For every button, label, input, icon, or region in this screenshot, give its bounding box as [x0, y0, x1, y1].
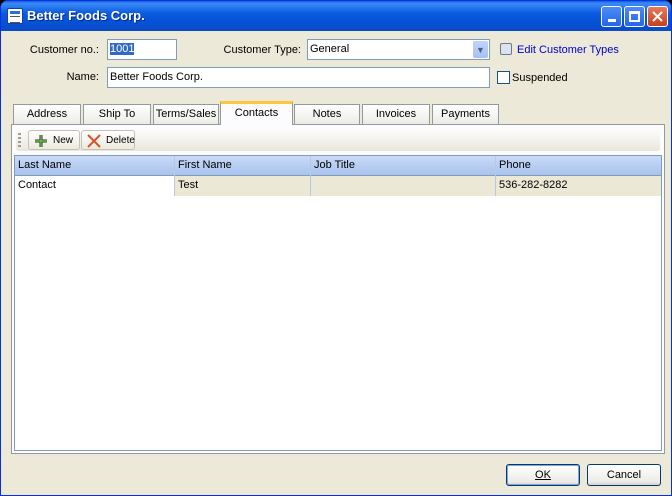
cell-phone[interactable]: 536-282-8282 [496, 176, 661, 196]
customer-no-field[interactable]: 1001 [107, 39, 177, 60]
tab-address[interactable]: Address [13, 104, 81, 124]
tab-payments[interactable]: Payments [432, 104, 499, 124]
app-icon [7, 8, 23, 24]
suspended-label: Suspended [512, 72, 568, 84]
column-header-phone[interactable]: Phone [496, 156, 661, 176]
delete-icon [87, 134, 101, 148]
tab-ship-to[interactable]: Ship To [83, 104, 151, 124]
ok-button-label: OK [535, 469, 551, 481]
add-icon [35, 135, 47, 147]
column-header-last-name[interactable]: Last Name [15, 156, 175, 176]
name-value: Better Foods Corp. [110, 71, 203, 83]
name-label: Name: [66, 71, 99, 83]
customer-no-label: Customer no.: [29, 44, 99, 56]
customer-no-value: 1001 [110, 43, 135, 55]
maximize-button[interactable] [624, 6, 645, 27]
maximize-icon [629, 11, 640, 22]
table-row[interactable]: Contact Test 536-282-8282 [15, 176, 661, 196]
column-header-job-title[interactable]: Job Title [311, 156, 496, 176]
column-header-first-name[interactable]: First Name [175, 156, 311, 176]
toolbar-grip[interactable] [18, 133, 21, 147]
contacts-grid[interactable]: Last Name First Name Job Title Phone Con… [14, 155, 662, 451]
name-field[interactable]: Better Foods Corp. [107, 67, 490, 88]
tab-invoices[interactable]: Invoices [362, 104, 430, 124]
cell-job-title[interactable] [311, 176, 496, 196]
minimize-button[interactable] [601, 6, 622, 27]
delete-button-label: Delete [106, 135, 135, 146]
tab-notes[interactable]: Notes [294, 104, 360, 124]
window-title: Better Foods Corp. [27, 8, 145, 23]
contacts-toolbar: New Delete [16, 129, 660, 151]
customer-type-value: General [310, 43, 350, 55]
close-icon [652, 11, 663, 22]
ok-button[interactable]: OK [506, 464, 580, 486]
new-button[interactable]: New [28, 130, 80, 150]
cancel-button-label: Cancel [606, 469, 642, 481]
edit-types-icon[interactable] [500, 43, 512, 55]
title-bar[interactable]: Better Foods Corp. [1, 1, 671, 31]
suspended-checkbox[interactable] [497, 71, 510, 84]
chevron-down-icon[interactable]: ▼ [473, 41, 488, 58]
contacts-panel: New Delete Last Name First Name Job Titl… [11, 124, 665, 454]
grid-header: Last Name First Name Job Title Phone [15, 156, 661, 176]
close-button[interactable] [647, 6, 668, 27]
customer-window: Better Foods Corp. Customer no.: 1001 Cu… [0, 0, 672, 496]
customer-type-label: Customer Type: [223, 44, 301, 56]
cancel-button[interactable]: Cancel [587, 464, 661, 486]
tab-contacts[interactable]: Contacts [220, 101, 293, 125]
new-button-label: New [53, 135, 74, 146]
edit-customer-types-link[interactable]: Edit Customer Types [517, 44, 619, 56]
cell-last-name[interactable]: Contact [15, 176, 175, 196]
tab-terms-sales[interactable]: Terms/Sales [153, 104, 219, 124]
customer-type-select[interactable]: General ▼ [307, 39, 490, 60]
delete-button[interactable]: Delete [81, 130, 135, 150]
minimize-icon [607, 19, 616, 22]
cell-first-name[interactable]: Test [175, 176, 311, 196]
